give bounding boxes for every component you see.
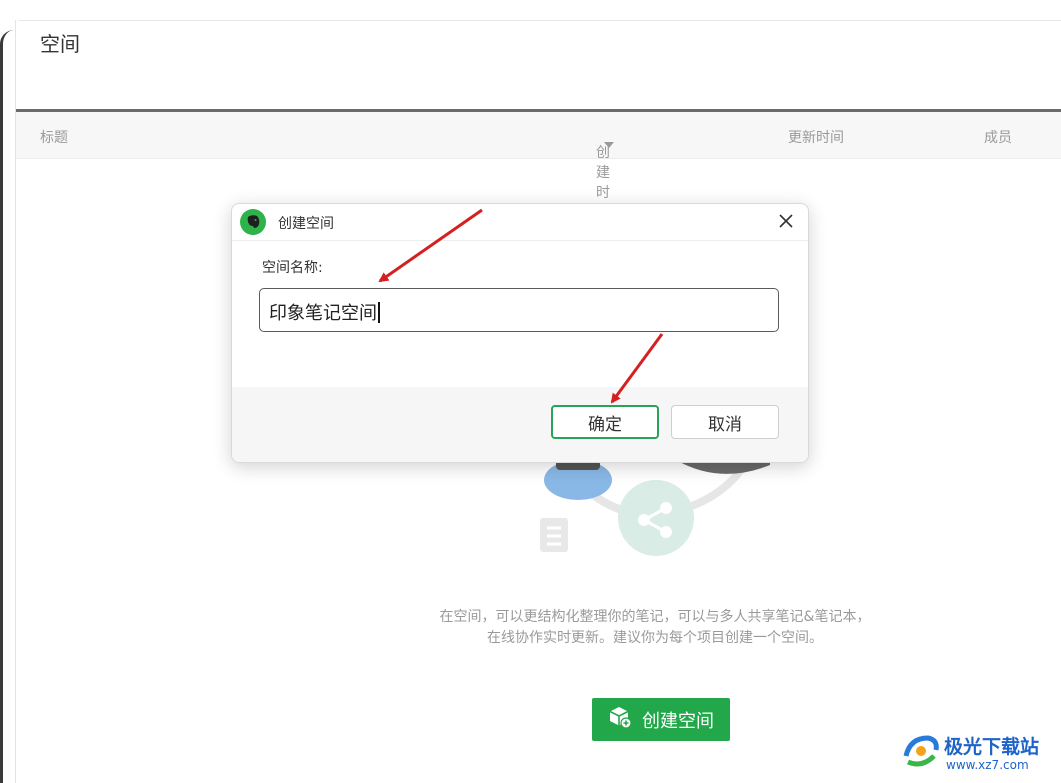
illus-share-bubble <box>618 480 694 556</box>
dialog-header: 创建空间 <box>232 204 808 241</box>
description-line-1: 在空间，可以更结构化整理你的笔记，可以与多人共享笔记&笔记本， <box>439 609 871 625</box>
column-title[interactable]: 标题 <box>40 127 68 147</box>
cancel-button[interactable]: 取消 <box>671 405 779 439</box>
dialog-footer: 确定 取消 <box>232 387 808 462</box>
create-space-button[interactable]: 创建空间 <box>592 698 730 741</box>
page-title: 空间 <box>40 32 80 56</box>
watermark-name: 极光下载站 <box>944 736 1040 758</box>
create-space-dialog: 创建空间 空间名称: 印象笔记空间 确定 取消 <box>231 203 809 463</box>
space-name-value: 印象笔记空间 <box>269 303 377 324</box>
description-line-2: 在线协作实时更新。建议你为每个项目创建一个空间。 <box>487 630 823 646</box>
table-header: 标题 创建时间 更新时间 成员 <box>16 112 1061 221</box>
close-icon[interactable] <box>774 209 798 233</box>
top-bar <box>0 0 1061 21</box>
sort-down-icon[interactable] <box>604 142 614 148</box>
watermark-logo-icon <box>903 735 939 767</box>
column-members[interactable]: 成员 <box>984 127 1012 147</box>
watermark: 极光下载站 www.xz7.com <box>900 730 1060 778</box>
space-name-input[interactable]: 印象笔记空间 <box>259 288 779 332</box>
space-name-label: 空间名称: <box>262 260 323 276</box>
watermark-url: www.xz7.com <box>946 758 1029 772</box>
dialog-title: 创建空间 <box>278 216 334 232</box>
text-cursor <box>378 302 380 323</box>
cube-plus-icon <box>608 705 632 734</box>
create-space-label: 创建空间 <box>642 710 714 732</box>
empty-state-description: 在空间，可以更结构化整理你的笔记，可以与多人共享笔记&笔记本， 在线协作实时更新… <box>400 607 910 649</box>
ok-button[interactable]: 确定 <box>551 405 659 439</box>
elephant-logo-icon <box>240 209 266 239</box>
column-updated-time[interactable]: 更新时间 <box>788 127 844 147</box>
